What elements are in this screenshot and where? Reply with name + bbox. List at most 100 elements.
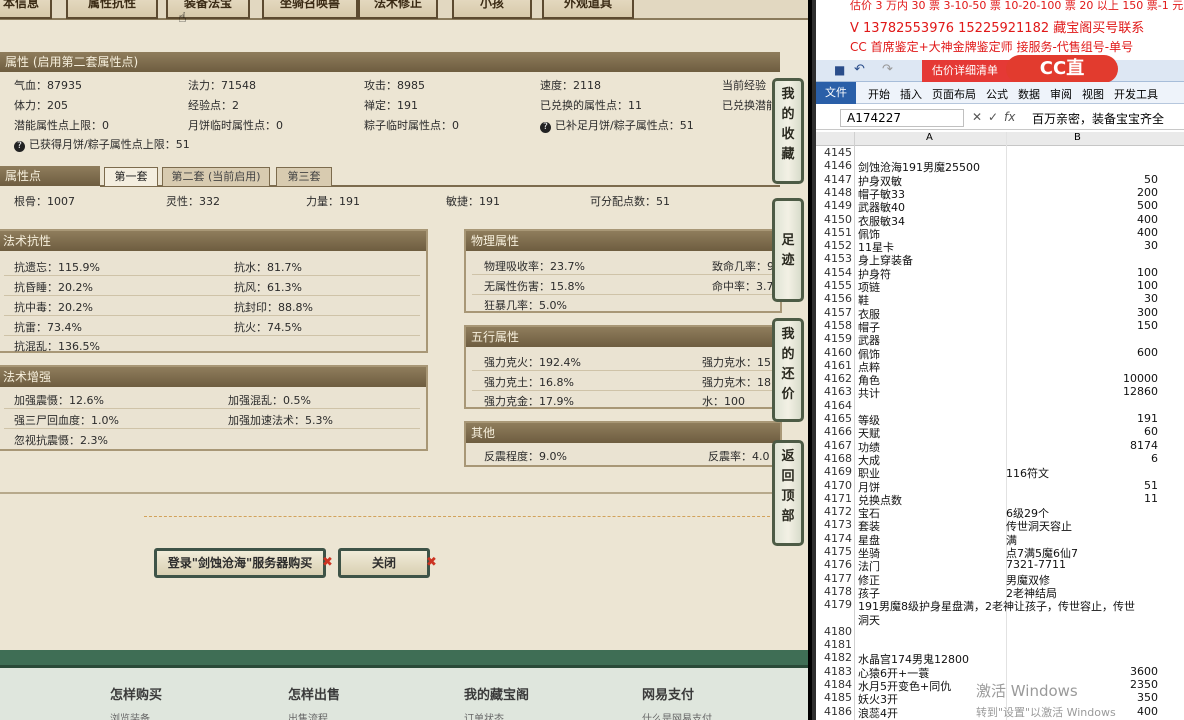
- tab-page-layout[interactable]: 页面布局: [932, 86, 976, 102]
- login-buy-button[interactable]: 登录"剑蚀沧海"服务器购买: [154, 548, 326, 578]
- row-number[interactable]: 4156: [824, 292, 854, 305]
- tab-basic-info[interactable]: 本信息: [0, 0, 52, 19]
- row-number[interactable]: 4183: [824, 665, 854, 678]
- tab-attributes-resistance[interactable]: 属性抗性: [66, 0, 158, 19]
- tab-point-set-2[interactable]: 第二套 (当前启用): [162, 167, 270, 187]
- cell-b[interactable]: 350: [1137, 691, 1158, 704]
- row-number[interactable]: 4149: [824, 199, 854, 212]
- name-box[interactable]: A174227: [840, 109, 964, 127]
- row-number[interactable]: 4165: [824, 412, 854, 425]
- row-number[interactable]: 4145: [824, 146, 854, 159]
- cell-b[interactable]: 600: [1137, 346, 1158, 359]
- row-number[interactable]: 4174: [824, 532, 854, 545]
- row-number[interactable]: 4146: [824, 159, 854, 172]
- tab-appearance-items[interactable]: 外观道具: [542, 0, 634, 19]
- cell-b[interactable]: 11: [1144, 492, 1158, 505]
- row-number[interactable]: 4178: [824, 585, 854, 598]
- row-number[interactable]: 4177: [824, 572, 854, 585]
- tab-insert[interactable]: 插入: [900, 86, 922, 102]
- my-counteroffers-button[interactable]: 我的还价: [772, 318, 804, 422]
- row-number[interactable]: 4172: [824, 505, 854, 518]
- row-number[interactable]: 4148: [824, 186, 854, 199]
- footer-netease-pay[interactable]: 网易支付: [642, 684, 694, 703]
- row-number[interactable]: 4180: [824, 625, 854, 638]
- tab-child[interactable]: 小孩: [452, 0, 532, 19]
- row-number[interactable]: 4155: [824, 279, 854, 292]
- cancel-icon[interactable]: ✕: [972, 110, 982, 124]
- back-to-top-button[interactable]: 返回顶部: [772, 440, 804, 546]
- cell-b[interactable]: 100: [1137, 266, 1158, 279]
- row-number[interactable]: 4182: [824, 651, 854, 664]
- function-icon[interactable]: fx: [1004, 110, 1015, 124]
- cell-b[interactable]: 2350: [1130, 678, 1158, 691]
- row-number[interactable]: 4175: [824, 545, 854, 558]
- tab-mount-summon[interactable]: 坐骑召唤兽: [262, 0, 358, 19]
- formula-input[interactable]: 百万亲密，装备宝宝齐全: [1032, 110, 1164, 127]
- row-number[interactable]: 4157: [824, 306, 854, 319]
- row-number[interactable]: 4181: [824, 638, 854, 651]
- row-number[interactable]: 4179: [824, 598, 854, 611]
- cell-b[interactable]: 50: [1144, 173, 1158, 186]
- row-number[interactable]: 4160: [824, 346, 854, 359]
- cell-b[interactable]: 400: [1137, 213, 1158, 226]
- cell-b[interactable]: 51: [1144, 479, 1158, 492]
- question-icon[interactable]: ?: [14, 141, 25, 152]
- row-number[interactable]: 4186: [824, 705, 854, 718]
- cell-b[interactable]: 300: [1137, 306, 1158, 319]
- footer-my-treasure[interactable]: 我的藏宝阁: [464, 684, 529, 703]
- row-number[interactable]: 4151: [824, 226, 854, 239]
- tab-data[interactable]: 数据: [1018, 86, 1040, 102]
- cell-b[interactable]: 6: [1151, 452, 1158, 465]
- tab-point-set-1[interactable]: 第一套: [104, 167, 158, 187]
- cell-b[interactable]: 150: [1137, 319, 1158, 332]
- cell-b[interactable]: 60: [1144, 425, 1158, 438]
- redo-icon[interactable]: ↷: [882, 62, 893, 77]
- save-icon[interactable]: ■: [834, 63, 845, 77]
- footer-how-to-sell[interactable]: 怎样出售: [288, 684, 340, 703]
- row-number[interactable]: 4185: [824, 691, 854, 704]
- row-number[interactable]: 4169: [824, 465, 854, 478]
- column-a-header[interactable]: A: [926, 132, 933, 143]
- cell-a[interactable]: 洞天: [858, 612, 880, 628]
- footer-how-to-buy[interactable]: 怎样购买: [110, 684, 162, 703]
- tab-developer[interactable]: 开发工具: [1114, 86, 1158, 102]
- cell-b[interactable]: 400: [1137, 226, 1158, 239]
- cell-b[interactable]: 7321-7711: [1006, 558, 1066, 571]
- footer-link[interactable]: 出售流程: [288, 710, 328, 720]
- row-number[interactable]: 4147: [824, 173, 854, 186]
- footer-link[interactable]: 浏览装备: [110, 710, 150, 720]
- row-number[interactable]: 4171: [824, 492, 854, 505]
- row-number[interactable]: 4152: [824, 239, 854, 252]
- row-number[interactable]: 4164: [824, 399, 854, 412]
- cell-a[interactable]: 191男魔8级护身星盘满，2老神让孩子，传世容止，传世: [858, 598, 1135, 614]
- cell-b[interactable]: 12860: [1123, 385, 1158, 398]
- tab-file[interactable]: 文件: [816, 82, 856, 104]
- row-number[interactable]: 4170: [824, 479, 854, 492]
- tab-review[interactable]: 审阅: [1050, 86, 1072, 102]
- tab-formulas[interactable]: 公式: [986, 86, 1008, 102]
- cell-b[interactable]: 500: [1137, 199, 1158, 212]
- cell-b[interactable]: 116符文: [1006, 465, 1049, 481]
- column-b-header[interactable]: B: [1074, 132, 1081, 143]
- row-number[interactable]: 4153: [824, 252, 854, 265]
- row-number[interactable]: 4159: [824, 332, 854, 345]
- row-number[interactable]: 4162: [824, 372, 854, 385]
- cell-b[interactable]: 200: [1137, 186, 1158, 199]
- tab-spell-correction[interactable]: 法术修正: [358, 0, 438, 19]
- cell-b[interactable]: 30: [1144, 292, 1158, 305]
- cell-b[interactable]: 8174: [1130, 439, 1158, 452]
- row-number[interactable]: 4150: [824, 213, 854, 226]
- tab-view[interactable]: 视图: [1082, 86, 1104, 102]
- row-number[interactable]: 4158: [824, 319, 854, 332]
- cell-b[interactable]: 400: [1137, 705, 1158, 718]
- row-number[interactable]: 4176: [824, 558, 854, 571]
- cell-b[interactable]: 100: [1137, 279, 1158, 292]
- row-number[interactable]: 4166: [824, 425, 854, 438]
- confirm-icon[interactable]: ✓: [988, 110, 998, 124]
- row-number[interactable]: 4173: [824, 518, 854, 531]
- row-number[interactable]: 4168: [824, 452, 854, 465]
- footprints-button[interactable]: 足迹: [772, 198, 804, 302]
- row-number[interactable]: 4161: [824, 359, 854, 372]
- cell-b[interactable]: 10000: [1123, 372, 1158, 385]
- row-number[interactable]: 4154: [824, 266, 854, 279]
